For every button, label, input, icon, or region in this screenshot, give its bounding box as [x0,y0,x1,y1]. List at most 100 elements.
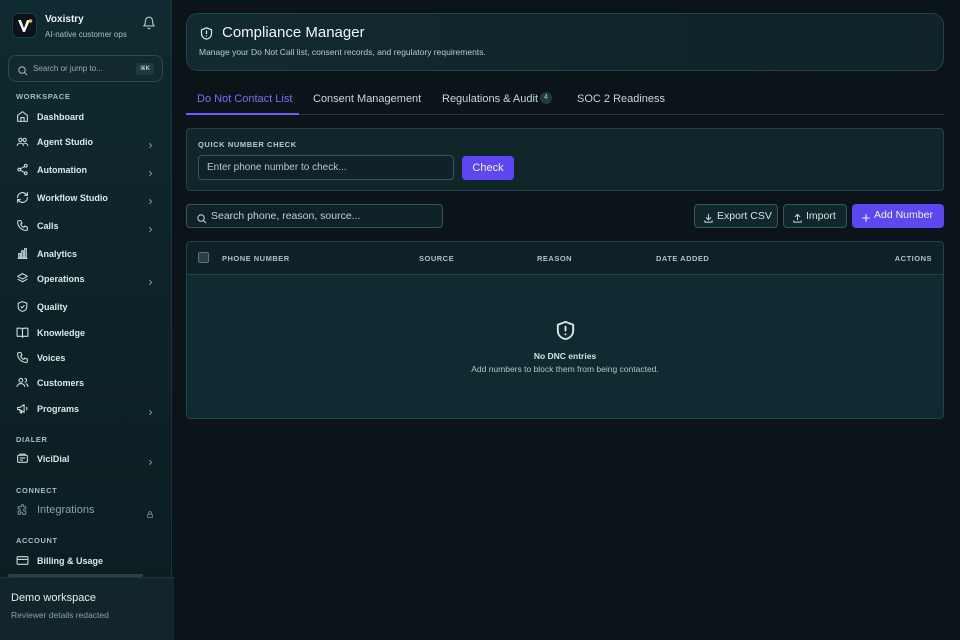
bell-icon[interactable] [142,16,158,32]
active-tab-indicator [186,113,299,115]
page-header: Compliance Manager Manage your Do Not Ca… [186,13,944,71]
agents-icon [16,135,30,149]
chevron-right-icon [146,454,156,466]
column-header-source[interactable]: SOURCE [419,254,454,263]
users-icon [16,376,30,390]
section-label-account: ACCOUNT [16,536,58,545]
empty-state-title: No DNC entries [533,351,597,361]
import-label: Import [806,210,836,222]
shield-alert-icon [554,319,577,347]
dialer-icon [16,452,30,466]
table-header: PHONE NUMBER SOURCE REASON DATE ADDED AC… [187,242,943,275]
phone-icon [16,219,30,233]
tab-consent-management[interactable]: Consent Management [313,93,421,105]
sidebar-item-operations[interactable]: Operations [8,268,164,290]
check-button[interactable]: Check [462,156,514,180]
sidebar-item-workflow-studio[interactable]: Workflow Studio [8,187,164,209]
sidebar-item-analytics[interactable]: Analytics [8,243,164,265]
plus-icon [861,210,871,228]
chevron-right-icon [146,274,156,286]
sidebar-item-label: Automation [37,165,87,175]
sidebar-item-programs[interactable]: Programs [8,398,164,420]
credit-card-icon [16,554,30,568]
add-number-button[interactable]: Add Number [852,204,944,228]
share-icon [16,163,30,177]
sidebar-search-placeholder: Search or jump to... [33,64,103,73]
column-header-actions: ACTIONS [894,254,932,263]
sidebar: Voxistry AI-native customer ops Search o… [0,0,174,640]
tab-soc2-readiness[interactable]: SOC 2 Readiness [577,93,665,105]
page-description: Manage your Do Not Call list, consent re… [199,47,486,57]
sidebar-item-label: Customers [37,378,85,388]
sidebar-item-label: ViciDial [37,454,70,464]
add-number-label: Add Number [874,209,933,221]
dnc-search-input[interactable]: Search phone, reason, source... [186,204,443,228]
quick-number-check: QUICK NUMBER CHECK Enter phone number to… [186,128,944,191]
dnc-table: PHONE NUMBER SOURCE REASON DATE ADDED AC… [186,241,944,419]
chevron-right-icon [146,193,156,205]
phone-outline-icon [16,351,30,365]
section-label-dialer: DIALER [16,435,48,444]
upload-icon [792,211,803,229]
sidebar-item-label: Dashboard [37,112,85,122]
sidebar-item-billing[interactable]: Billing & Usage [8,550,164,572]
page-title: Compliance Manager [222,24,365,41]
sidebar-search[interactable]: Search or jump to... ⌘K [8,55,163,82]
empty-state-subtitle: Add numbers to block them from being con… [471,364,659,374]
workspace-subtitle: Reviewer details redacted [11,610,109,620]
sidebar-item-vicidial[interactable]: ViciDial [8,448,164,470]
phone-check-input[interactable]: Enter phone number to check... [198,155,454,180]
tab-do-not-contact[interactable]: Do Not Contact List [197,93,292,105]
column-header-reason[interactable]: REASON [537,254,572,263]
refresh-icon [16,191,30,205]
sidebar-item-knowledge[interactable]: Knowledge [8,322,164,344]
shortcut-badge: ⌘K [136,63,154,75]
book-icon [16,326,30,340]
phone-check-placeholder: Enter phone number to check... [207,162,347,173]
download-icon [703,211,714,229]
brand-tagline: AI-native customer ops [45,30,127,39]
brand-logo [12,13,37,38]
tab-bar: Do Not Contact List Consent Management R… [186,86,944,115]
column-header-date-added[interactable]: DATE ADDED [656,254,709,263]
sidebar-item-voices[interactable]: Voices [8,347,164,369]
shield-alert-icon [199,26,214,46]
brand-name: Voxistry [45,14,84,25]
layers-icon [16,272,30,286]
select-all-checkbox[interactable] [198,252,209,263]
tab-count-badge: 4 [540,92,552,104]
sidebar-item-dashboard[interactable]: Dashboard [8,106,164,128]
workspace-switcher[interactable]: Demo workspace Reviewer details redacted [0,577,174,640]
workspace-name: Demo workspace [11,592,96,604]
sidebar-item-label: Quality [37,302,68,312]
export-csv-button[interactable]: Export CSV [694,204,778,228]
chevron-right-icon [146,404,156,416]
sidebar-item-quality[interactable]: Quality [8,296,164,318]
sidebar-item-agent-studio[interactable]: Agent Studio [8,131,164,153]
tab-regulations-audit[interactable]: Regulations & Audit [442,93,538,105]
quick-check-label: QUICK NUMBER CHECK [198,140,297,149]
sidebar-item-integrations: Integrations [8,500,164,522]
bar-chart-icon [16,247,30,261]
sidebar-item-calls[interactable]: Calls [8,215,164,237]
section-label-connect: CONNECT [16,486,58,495]
megaphone-icon [16,402,30,416]
search-icon [196,211,207,229]
section-label-workspace: WORKSPACE [16,92,71,101]
sidebar-item-automation[interactable]: Automation [8,159,164,181]
chevron-right-icon [146,221,156,233]
import-button[interactable]: Import [783,204,847,228]
sidebar-item-label: Agent Studio [37,137,93,147]
sidebar-item-customers[interactable]: Customers [8,372,164,394]
sidebar-item-label: Operations [37,274,85,284]
dnc-search-placeholder: Search phone, reason, source... [211,210,361,222]
export-csv-label: Export CSV [717,210,772,222]
brand[interactable]: Voxistry AI-native customer ops [12,13,162,41]
sidebar-item-label: Workflow Studio [37,193,108,203]
sidebar-item-label: Calls [37,221,59,231]
column-header-phone[interactable]: PHONE NUMBER [222,254,290,263]
chevron-right-icon [146,137,156,149]
sidebar-item-label: Programs [37,404,80,414]
sidebar-item-label: Billing & Usage [37,556,104,566]
shield-check-icon [16,300,30,314]
